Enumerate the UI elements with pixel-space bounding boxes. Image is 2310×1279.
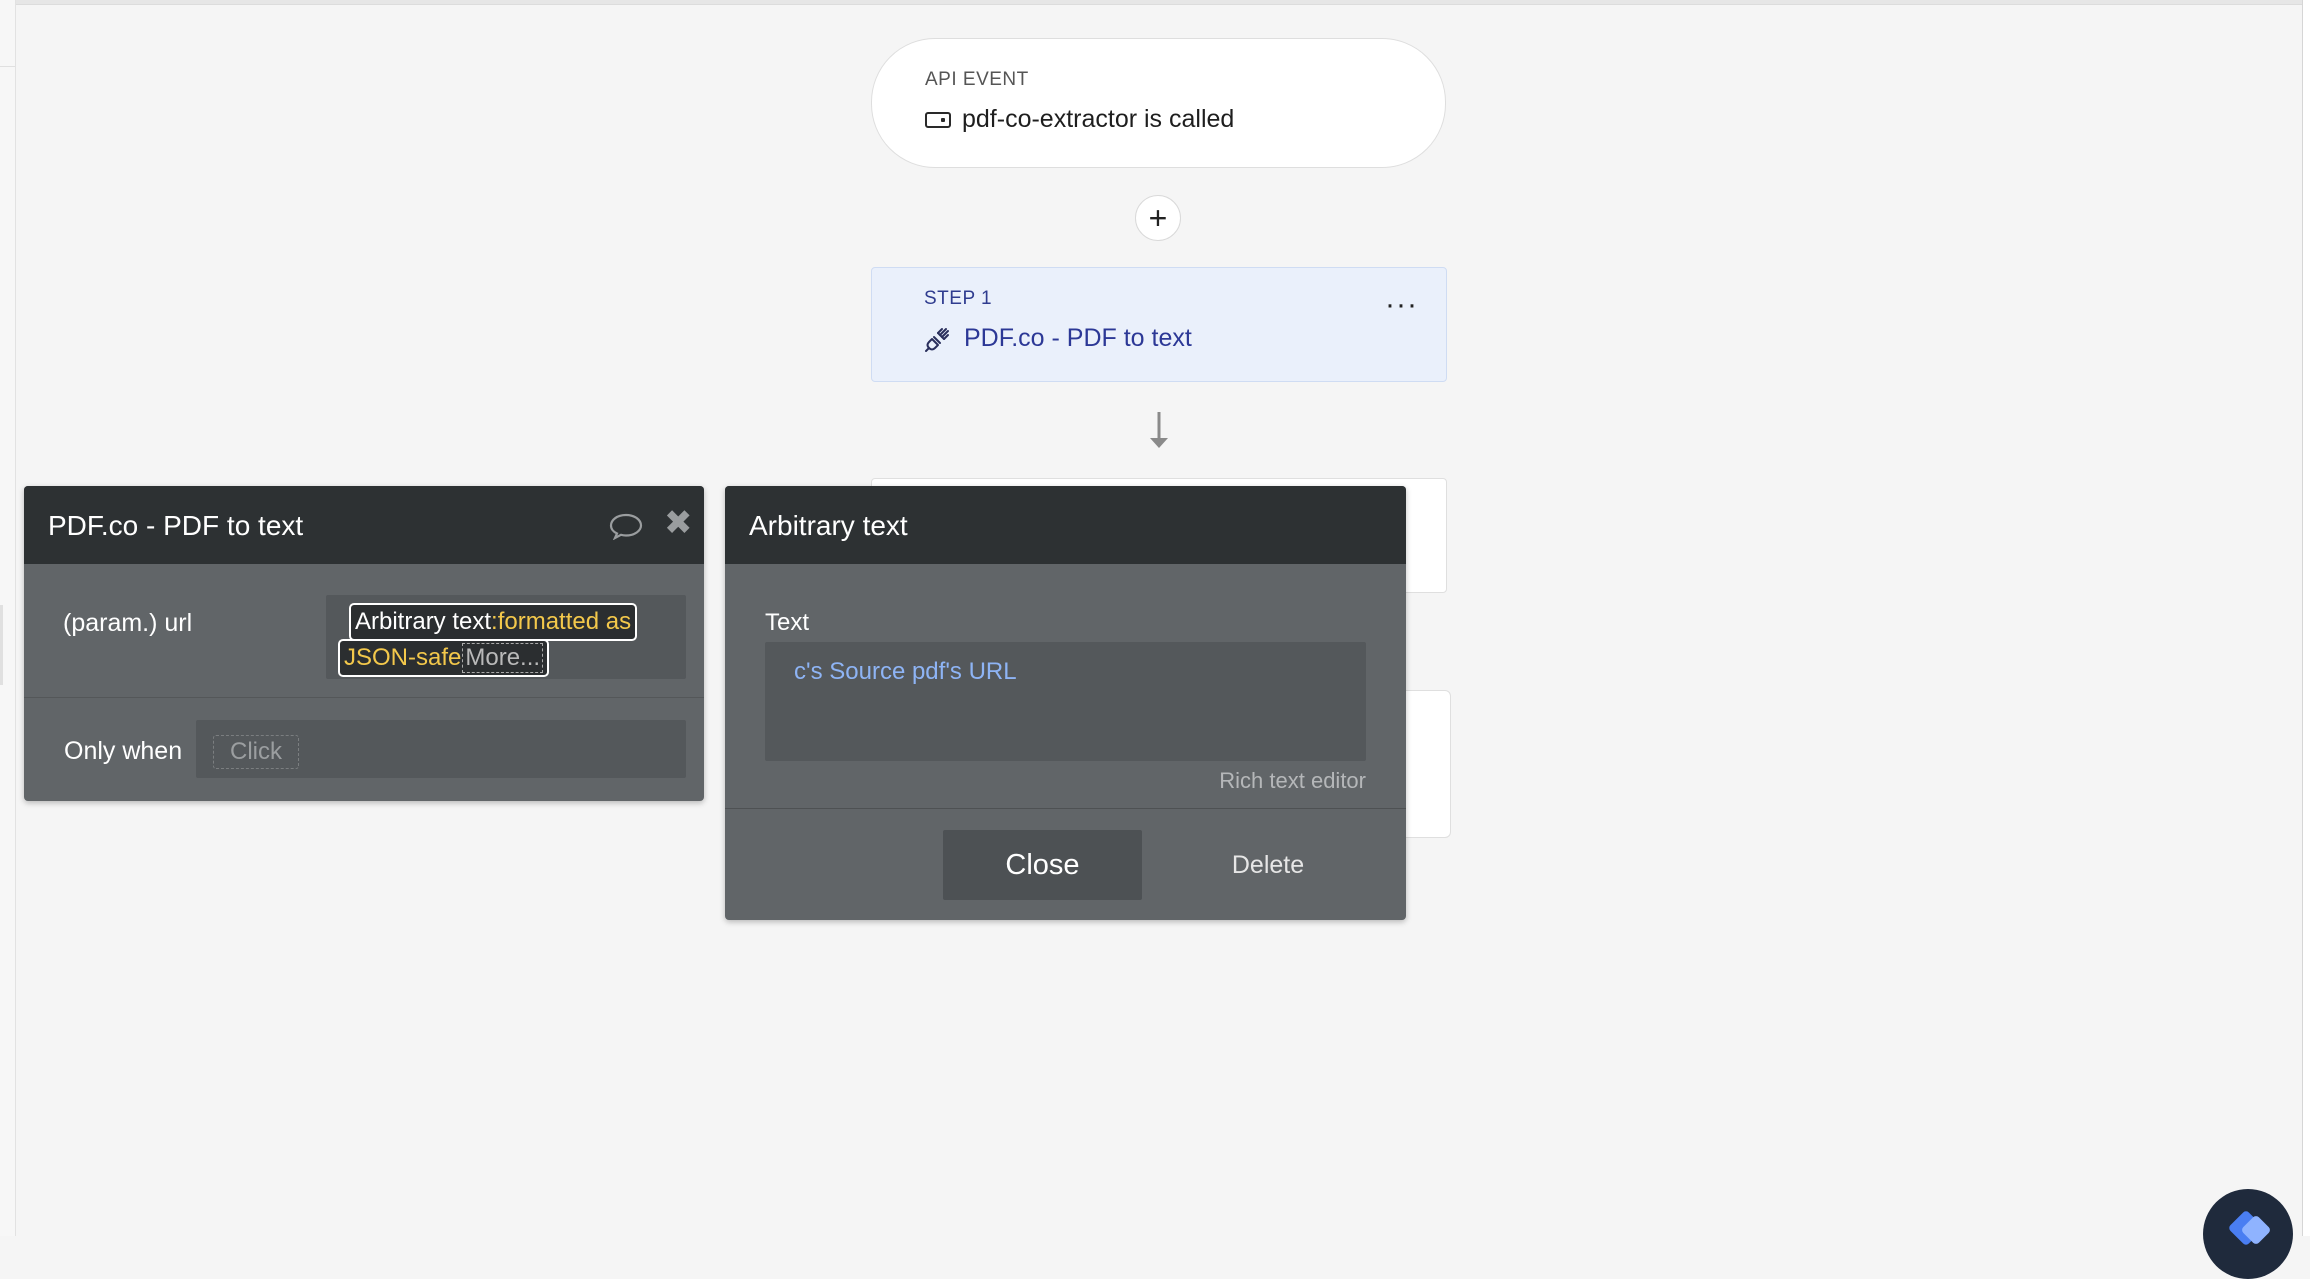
expression-chip-arbitrary-text[interactable]: Arbitrary text:formatted as xyxy=(349,603,638,641)
sidebar-divider xyxy=(0,66,15,67)
plug-icon xyxy=(925,327,949,352)
right-scrollbar[interactable] xyxy=(2302,0,2310,1236)
api-event-card[interactable]: API EVENT pdf-co-extractor is called xyxy=(871,38,1446,168)
only-when-click-placeholder[interactable]: Click xyxy=(213,735,299,769)
left-sidebar-edge xyxy=(0,0,16,1236)
step-1-card[interactable]: STEP 1 PDF.co - PDF to text ··· xyxy=(871,267,1447,382)
more-button[interactable]: More... xyxy=(462,643,544,673)
step-number-label: STEP 1 xyxy=(924,288,993,309)
add-step-button[interactable]: + xyxy=(1135,195,1181,241)
expression-operator[interactable]: :formatted as xyxy=(491,608,631,636)
top-border xyxy=(0,0,2302,5)
rich-text-editor-link[interactable]: Rich text editor xyxy=(1219,768,1366,794)
assistant-launcher-icon[interactable] xyxy=(2203,1189,2293,1279)
comment-icon[interactable] xyxy=(608,512,644,540)
param-url-label: (param.) url xyxy=(63,609,193,637)
arrow-down-icon xyxy=(1150,412,1168,448)
panel-header: PDF.co - PDF to text ✖ xyxy=(24,486,704,564)
text-field-label: Text xyxy=(765,609,810,636)
sidebar-divider xyxy=(0,605,3,685)
step-title: PDF.co - PDF to text xyxy=(964,324,1192,352)
popup-title: Arbitrary text xyxy=(749,510,908,541)
event-type-label: API EVENT xyxy=(925,69,1029,90)
close-button[interactable]: Close xyxy=(943,830,1142,900)
expression-operator-continued[interactable]: JSON-safe xyxy=(344,644,461,672)
only-when-label: Only when xyxy=(64,737,183,765)
expression-chip-json-safe[interactable]: JSON-safe More... xyxy=(338,639,550,677)
popup-divider xyxy=(725,808,1406,809)
workflow-canvas[interactable]: API EVENT pdf-co-extractor is called + S… xyxy=(0,0,2310,1279)
assistant-logo-icon xyxy=(2229,1211,2270,1245)
api-event-icon xyxy=(925,111,951,128)
delete-button[interactable]: Delete xyxy=(1213,830,1323,900)
event-title-row: pdf-co-extractor is called xyxy=(925,105,1234,134)
step-title-row: PDF.co - PDF to text xyxy=(924,324,1192,353)
popup-header: Arbitrary text xyxy=(725,486,1406,564)
expression-source: Arbitrary text xyxy=(355,608,492,635)
step-more-menu-icon[interactable]: ··· xyxy=(1385,290,1418,320)
step-property-panel: PDF.co - PDF to text ✖ (param.) url Arbi… xyxy=(24,486,704,801)
arbitrary-text-popup: Arbitrary text Text c's Source pdf's URL… xyxy=(725,486,1406,920)
event-title: pdf-co-extractor is called xyxy=(962,105,1235,133)
close-icon[interactable]: ✖ xyxy=(664,506,693,540)
dynamic-expression-text[interactable]: c's Source pdf's URL xyxy=(794,658,1017,686)
panel-divider xyxy=(24,697,704,698)
panel-title: PDF.co - PDF to text xyxy=(48,510,304,541)
